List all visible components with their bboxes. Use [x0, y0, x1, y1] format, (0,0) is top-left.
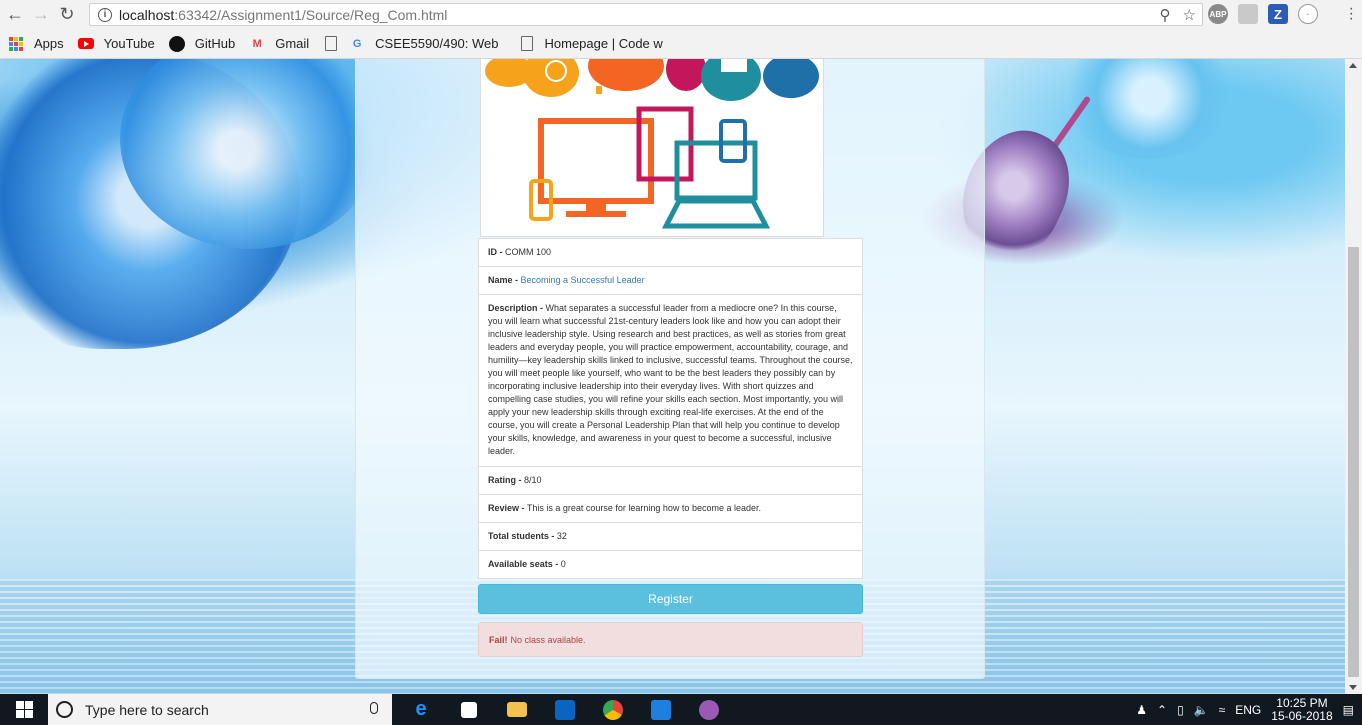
- bookmark-gmail[interactable]: M Gmail: [249, 36, 310, 52]
- field-label: Rating -: [488, 475, 522, 485]
- field-label: Review -: [488, 503, 525, 513]
- bookmark-label: CSEE5590/490: Web: [375, 36, 499, 51]
- back-arrow-icon[interactable]: ←: [4, 4, 26, 26]
- forward-arrow-icon[interactable]: →: [30, 4, 52, 26]
- info-icon[interactable]: i: [98, 7, 112, 22]
- bookmark-label: Homepage | Code w: [544, 36, 663, 51]
- bookmark-csee[interactable]: G CSEE5590/490: Web: [349, 36, 499, 52]
- fail-alert: Fail! No class available.: [478, 622, 863, 657]
- field-value: This is a great course for learning how …: [526, 503, 761, 513]
- field-label: Total students -: [488, 531, 555, 541]
- webstorm-icon[interactable]: [644, 694, 678, 725]
- field-label: ID -: [488, 247, 503, 257]
- system-tray: ♟ ⌃ ▯ 🔈 ≈ ENG 10:25 PM 15-06-2018 ▤: [1136, 694, 1362, 725]
- github-icon: [168, 35, 185, 52]
- microphone-icon[interactable]: [370, 702, 378, 714]
- reload-icon[interactable]: ↻: [56, 4, 78, 26]
- scroll-down-arrow-icon[interactable]: [1349, 685, 1357, 690]
- bookmark-youtube[interactable]: YouTube: [77, 36, 155, 52]
- field-value: 0: [560, 559, 566, 569]
- course-rating-row: Rating - 8/10: [478, 466, 863, 495]
- course-name-link[interactable]: Becoming a Successful Leader: [521, 275, 645, 285]
- google-icon: G: [352, 37, 362, 50]
- clock-time: 10:25 PM: [1276, 695, 1328, 710]
- background-orchid: [1060, 59, 1240, 159]
- browser-toolbar: ← → ↻ i localhost:63342/Assignment1/Sour…: [0, 0, 1362, 29]
- course-available-seats-row: Available seats - 0: [478, 550, 863, 579]
- notifications-icon[interactable]: ▤: [1343, 703, 1354, 717]
- alert-strong: Fail!: [489, 634, 508, 645]
- course-description-row: Description - What separates a successfu…: [478, 294, 863, 467]
- windows-taskbar: Type here to search e ♟ ⌃ ▯ 🔈 ≈ ENG 10:2…: [0, 694, 1362, 725]
- bookmark-label: Apps: [34, 36, 64, 51]
- course-id-row: ID - COMM 100: [478, 238, 863, 267]
- search-placeholder: Type here to search: [85, 701, 209, 718]
- youtube-icon: [77, 36, 94, 52]
- page-viewport: ID - COMM 100 Name - Becoming a Successf…: [0, 59, 1345, 694]
- alert-message: No class available.: [510, 634, 586, 645]
- field-label: Available seats -: [488, 559, 559, 569]
- bookmark-label: Gmail: [275, 36, 310, 51]
- scrollbar-thumb[interactable]: [1348, 247, 1359, 677]
- store-icon[interactable]: [452, 694, 486, 725]
- course-details-list: ID - COMM 100 Name - Becoming a Successf…: [478, 238, 863, 579]
- gmail-icon: M: [252, 37, 262, 50]
- windows-logo-icon: [15, 701, 33, 718]
- cortana-icon: [56, 701, 73, 718]
- volume-icon[interactable]: 🔈: [1194, 703, 1209, 717]
- course-panel: ID - COMM 100 Name - Becoming a Successf…: [355, 59, 985, 679]
- field-value: 32: [556, 531, 567, 541]
- zotero-icon[interactable]: Z: [1268, 4, 1288, 24]
- bookmark-homepage[interactable]: Homepage | Code w: [519, 36, 663, 52]
- pdf-extension-icon[interactable]: [1238, 4, 1258, 24]
- wifi-icon[interactable]: ≈: [1219, 703, 1226, 717]
- bookmark-github[interactable]: GitHub: [168, 35, 236, 52]
- bookmark-label: GitHub: [194, 36, 236, 51]
- page-scrollbar[interactable]: [1345, 59, 1362, 694]
- file-explorer-icon[interactable]: [500, 694, 534, 725]
- bookmarks-bar: Apps YouTube GitHub M Gmail G CSEE5590/4…: [0, 29, 1362, 59]
- show-hidden-icons-chevron-up-icon[interactable]: ⌃: [1157, 703, 1167, 717]
- bookmark-label: YouTube: [103, 36, 155, 51]
- start-button[interactable]: [0, 694, 48, 725]
- course-name-row: Name - Becoming a Successful Leader: [478, 266, 863, 295]
- field-value: COMM 100: [505, 247, 552, 257]
- adblock-icon[interactable]: ABP: [1208, 4, 1228, 24]
- field-value: 8/10: [524, 475, 542, 485]
- url-text: localhost:63342/Assignment1/Source/Reg_C…: [119, 6, 448, 23]
- clock-date: 15-06-2018: [1271, 708, 1333, 723]
- field-label: Description -: [488, 303, 544, 313]
- document-icon: [519, 36, 535, 52]
- course-total-students-row: Total students - 32: [478, 522, 863, 551]
- scroll-up-arrow-icon[interactable]: [1349, 63, 1357, 68]
- bookmark-star-icon[interactable]: ☆: [1183, 6, 1196, 24]
- chrome-icon[interactable]: [596, 694, 630, 725]
- language-indicator[interactable]: ENG: [1235, 703, 1261, 717]
- taskbar-clock[interactable]: 10:25 PM 15-06-2018: [1271, 695, 1333, 723]
- extension-circle-icon[interactable]: ·: [1298, 4, 1318, 24]
- outlook-icon[interactable]: [548, 694, 582, 725]
- bookmark-apps[interactable]: Apps: [8, 36, 64, 52]
- battery-icon[interactable]: ▯: [1177, 703, 1184, 717]
- bookmark-document[interactable]: [323, 36, 349, 52]
- browser-menu-icon[interactable]: · · ·: [1349, 1, 1354, 27]
- field-label: Name -: [488, 275, 519, 285]
- course-image: [480, 59, 824, 237]
- field-value: What separates a successful leader from …: [488, 303, 853, 456]
- zoom-icon[interactable]: ⚲: [1160, 6, 1171, 24]
- document-icon: [323, 36, 339, 52]
- edge-icon[interactable]: e: [404, 694, 438, 725]
- course-review-row: Review - This is a great course for lear…: [478, 494, 863, 523]
- people-icon[interactable]: ♟: [1136, 703, 1147, 717]
- apps-grid-icon: [8, 36, 24, 52]
- taskbar-search[interactable]: Type here to search: [48, 694, 392, 725]
- devices-illustration: [485, 59, 819, 229]
- register-button[interactable]: Register: [478, 584, 863, 614]
- address-bar[interactable]: i localhost:63342/Assignment1/Source/Reg…: [89, 3, 1203, 26]
- github-desktop-icon[interactable]: [692, 694, 726, 725]
